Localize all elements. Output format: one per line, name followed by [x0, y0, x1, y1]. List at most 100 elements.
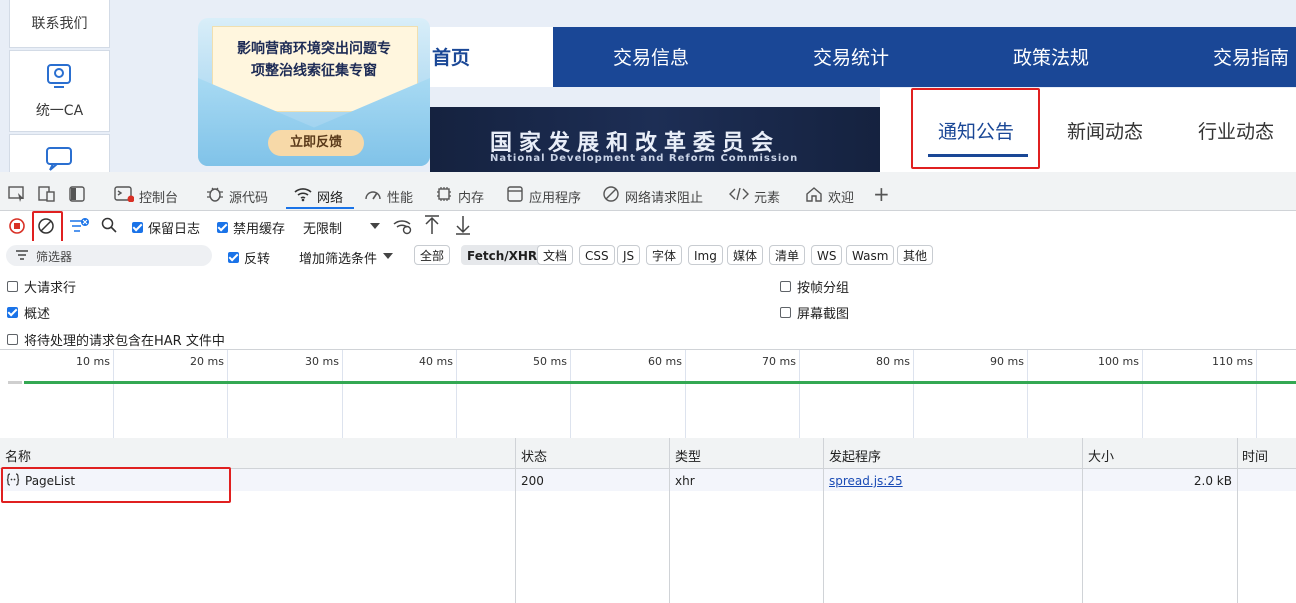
filter-placeholder: 筛选器	[36, 250, 73, 264]
filter-type-css[interactable]: CSS	[579, 245, 615, 265]
screenshots-check	[780, 307, 791, 318]
overview-label: 概述	[24, 307, 51, 322]
nav-trade-stats[interactable]: 交易统计	[813, 27, 889, 87]
request-type: xhr	[675, 474, 695, 488]
disable-cache-checkbox[interactable]: 禁用缓存	[217, 218, 285, 237]
big-request-rows-checkbox[interactable]: 大请求行	[7, 277, 76, 296]
contact-us-card[interactable]: 联系我们	[9, 0, 110, 48]
throttling-select[interactable]: 无限制	[303, 218, 342, 237]
filter-type-fetch-xhr[interactable]: Fetch/XHR	[461, 245, 544, 265]
disable-cache-check	[217, 222, 228, 233]
unified-ca-card[interactable]: 统一CA	[9, 50, 110, 132]
nav-home[interactable]: 首页	[430, 27, 553, 87]
column-name[interactable]: 名称	[5, 446, 31, 465]
banner-title: 影响营商环境突出问题专 项整治线索征集专窗	[212, 38, 416, 82]
ndrc-banner: 国家发展和改革委员会 National Development and Refo…	[430, 107, 880, 172]
tab-network[interactable]: 网络	[294, 186, 343, 206]
tab-news[interactable]: 新闻动态	[1067, 117, 1143, 144]
overview-checkbox[interactable]: 概述	[7, 303, 50, 322]
add-tab-icon[interactable]: +	[873, 184, 890, 204]
filter-type-ws[interactable]: WS	[811, 245, 843, 265]
tab-industry[interactable]: 行业动态	[1198, 117, 1274, 144]
filter-clear-icon[interactable]	[69, 217, 89, 238]
timeline-gridline	[227, 350, 228, 438]
timeline-tick-label: 70 ms	[762, 355, 796, 368]
timeline-tick-label: 100 ms	[1098, 355, 1139, 368]
tab-sources[interactable]: 源代码	[206, 186, 268, 206]
device-toolbar-icon[interactable]	[38, 186, 56, 205]
nav-policy[interactable]: 政策法规	[1013, 27, 1089, 87]
more-filters-dropdown[interactable]: 增加筛选条件	[299, 248, 394, 267]
search-icon[interactable]	[101, 217, 117, 236]
export-har-icon[interactable]	[455, 215, 471, 238]
har-pending-checkbox[interactable]: 将待处理的请求包含在HAR 文件中	[7, 330, 225, 349]
chevron-down-icon[interactable]	[369, 220, 381, 234]
filter-type-wasm[interactable]: Wasm	[846, 245, 895, 265]
tab-performance-label: 性能	[387, 190, 414, 206]
request-initiator-link[interactable]: spread.js:25	[829, 474, 903, 488]
tab-welcome[interactable]: 欢迎	[805, 186, 854, 206]
highlight-pagelist-row	[1, 467, 231, 503]
tab-welcome-label: 欢迎	[828, 190, 855, 206]
tab-memory-label: 内存	[458, 190, 485, 206]
filter-icon	[16, 250, 28, 264]
tab-request-blocking[interactable]: 网络请求阻止	[602, 186, 703, 206]
tab-performance[interactable]: 性能	[364, 186, 413, 206]
record-stop-icon[interactable]	[8, 217, 26, 238]
group-by-frame-checkbox[interactable]: 按帧分组	[780, 277, 849, 296]
timeline-gridline	[1027, 350, 1028, 438]
screenshots-checkbox[interactable]: 屏幕截图	[780, 303, 849, 322]
feedback-button[interactable]: 立即反馈	[268, 130, 364, 156]
performance-icon	[364, 186, 382, 206]
tab-console[interactable]: 控制台	[114, 186, 178, 206]
column-initiator[interactable]: 发起程序	[829, 446, 881, 465]
contact-us-label: 联系我们	[31, 16, 88, 32]
disable-cache-label: 禁用缓存	[233, 222, 286, 237]
preserve-log-checkbox[interactable]: 保留日志	[132, 218, 200, 237]
nav-guide[interactable]: 交易指南	[1213, 27, 1289, 87]
tab-elements[interactable]: 元素	[729, 186, 780, 206]
more-filters-label: 增加筛选条件	[299, 252, 378, 267]
nav-trade-info[interactable]: 交易信息	[613, 27, 689, 87]
tab-memory[interactable]: 内存	[435, 186, 484, 206]
feedback-banner[interactable]: 影响营商环境突出问题专 项整治线索征集专窗 立即反馈	[198, 18, 430, 166]
invert-checkbox[interactable]: 反转	[228, 248, 270, 267]
filter-type-doc[interactable]: 文档	[537, 245, 574, 265]
timeline-tick-label: 110 ms	[1212, 355, 1253, 368]
dock-side-icon[interactable]	[69, 186, 85, 205]
filter-type-font[interactable]: 字体	[646, 245, 683, 265]
group-by-frame-check	[780, 281, 791, 292]
filter-input[interactable]: 筛选器	[6, 245, 212, 266]
column-type[interactable]: 类型	[675, 446, 701, 465]
chat-card[interactable]	[9, 134, 110, 176]
filter-type-img[interactable]: Img	[688, 245, 723, 265]
filter-type-manifest[interactable]: 清单	[769, 245, 806, 265]
timeline-tick-label: 60 ms	[648, 355, 682, 368]
ca-certificate-icon	[44, 61, 74, 94]
request-status: 200	[521, 474, 544, 488]
inspect-element-icon[interactable]	[8, 186, 26, 205]
filter-type-all[interactable]: 全部	[414, 245, 451, 265]
tab-console-label: 控制台	[139, 190, 179, 206]
column-status[interactable]: 状态	[521, 446, 547, 465]
column-size[interactable]: 大小	[1088, 446, 1114, 465]
code-icon	[729, 186, 749, 206]
timeline-gridline	[1256, 350, 1257, 438]
timeline-gridline	[570, 350, 571, 438]
timeline-tick-label: 10 ms	[76, 355, 110, 368]
filter-type-media[interactable]: 媒体	[727, 245, 764, 265]
big-rows-check	[7, 281, 18, 292]
har-pending-label: 将待处理的请求包含在HAR 文件中	[24, 334, 225, 349]
import-har-icon[interactable]	[424, 215, 440, 238]
unified-ca-label: 统一CA	[35, 103, 84, 119]
column-time[interactable]: 时间	[1242, 446, 1268, 465]
column-divider	[1237, 438, 1238, 603]
network-conditions-icon[interactable]	[393, 217, 413, 238]
filter-type-js[interactable]: JS	[617, 245, 641, 265]
har-pending-check	[7, 334, 18, 345]
wifi-icon	[294, 186, 312, 206]
tab-application[interactable]: 应用程序	[506, 186, 581, 206]
timeline-tick-label: 50 ms	[533, 355, 567, 368]
banner-title-line2: 项整治线索征集专窗	[251, 63, 377, 79]
filter-type-other[interactable]: 其他	[897, 245, 934, 265]
